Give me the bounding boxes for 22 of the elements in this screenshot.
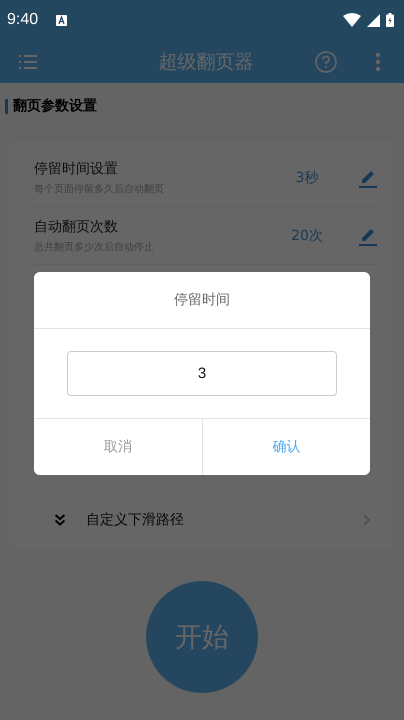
menu-icon[interactable] <box>19 54 37 68</box>
setting-title: 自定义下滑路径 <box>86 511 185 529</box>
confirm-button[interactable]: 确认 <box>202 419 370 475</box>
section-title: 翻页参数设置 <box>13 97 97 115</box>
wifi-icon <box>343 13 361 27</box>
setting-value: 20次 <box>290 226 324 244</box>
signal-icon <box>367 14 380 26</box>
dialog-title: 停留时间 <box>34 272 370 329</box>
notification-icon <box>56 14 68 26</box>
setting-title: 停留时间设置 <box>34 160 119 178</box>
chevron-right-icon <box>363 514 370 526</box>
clock: 9:40 <box>7 11 38 29</box>
setting-row[interactable]: 自定义下滑路径 <box>34 491 380 549</box>
help-icon[interactable] <box>315 50 337 72</box>
battery-icon <box>386 13 394 27</box>
start-button[interactable]: 开始 <box>146 581 258 693</box>
app-title: 超级翻页器 <box>158 50 254 74</box>
setting-value: 3秒 <box>294 168 320 186</box>
double-chevron-down-icon <box>54 514 66 526</box>
setting-title: 自动翻页次数 <box>34 218 119 236</box>
more-icon[interactable] <box>375 52 381 72</box>
input-field[interactable]: 3 <box>67 351 337 396</box>
